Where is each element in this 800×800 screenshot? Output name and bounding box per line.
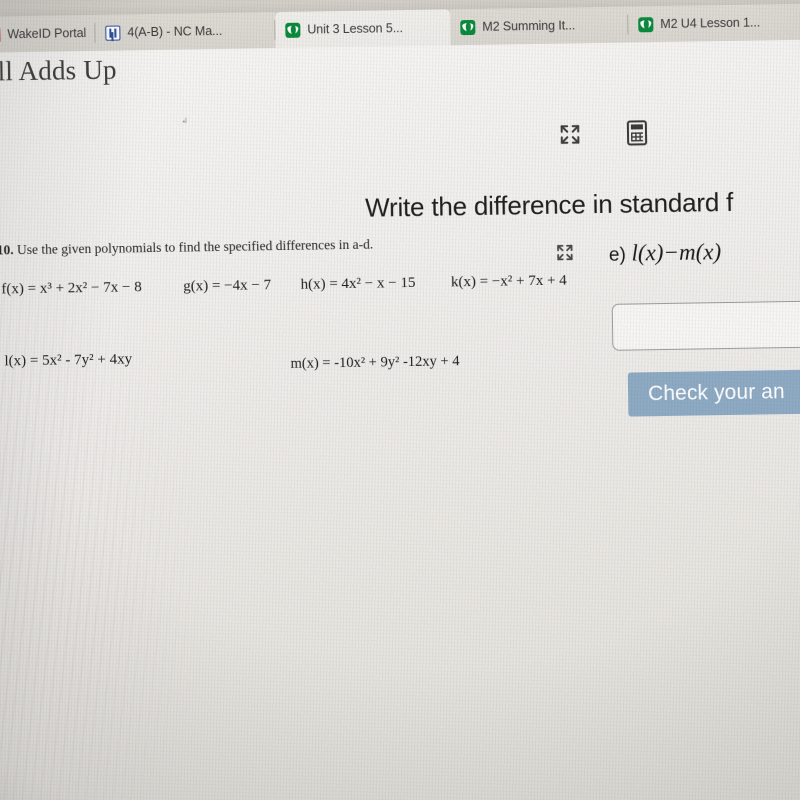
question-heading: Write the difference in standard f: [364, 186, 734, 223]
dust-speck: [182, 120, 185, 123]
canvas-favicon: [460, 19, 476, 35]
canvas-favicon: [285, 22, 301, 38]
tab-label: M2 U4 Lesson 1...: [660, 15, 761, 32]
subquestion-e: e) l(x)−m(x): [609, 239, 722, 267]
tab-unit3-lesson5[interactable]: Unit 3 Lesson 5...: [275, 9, 451, 49]
check-answer-button[interactable]: Check your an: [627, 369, 800, 417]
page-content: All Adds Up Write the difference in stan…: [0, 39, 800, 800]
tab-4ab-nc-math[interactable]: 4(A-B) - NC Ma...: [95, 12, 276, 51]
document-favicon: [105, 25, 121, 41]
calculator-icon[interactable]: [626, 120, 648, 146]
expand-arrows-icon[interactable]: [559, 123, 581, 145]
function-m: m(x) = -10x² + 9y² -12xy + 4: [290, 353, 460, 372]
function-h: h(x) = 4x² − x − 15: [300, 274, 416, 293]
tab-label: M2 Summing It...: [482, 18, 576, 34]
answer-input[interactable]: [611, 300, 800, 351]
subquestion-letter: e): [608, 244, 626, 266]
tab-label: 4(A-B) - NC Ma...: [127, 23, 223, 40]
monitor-screen: ...math.com/assess WakeID Portal 4(A-B) …: [0, 0, 800, 800]
calculator-screen: [630, 124, 643, 130]
worksheet-image: 10. Use the given polynomials to find th…: [0, 224, 567, 372]
problem-number: 10.: [0, 242, 14, 258]
function-definitions-row: f(x) = x³ + 2x² − 7x − 8 g(x) = −4x − 7 …: [1, 273, 567, 299]
problem-text: Use the given polynomials to find the sp…: [16, 236, 374, 258]
screen-photo: ...math.com/assess WakeID Portal 4(A-B) …: [0, 0, 800, 800]
canvas-favicon: [638, 16, 654, 32]
tab-m2-u4-lesson1[interactable]: M2 U4 Lesson 1...: [628, 3, 800, 43]
tab-m2-summing-it[interactable]: M2 Summing It...: [450, 6, 629, 46]
toolbar: [559, 120, 648, 146]
function-g: g(x) = −4x − 7: [183, 277, 272, 295]
tab-label: WakeID Portal: [7, 26, 86, 42]
function-l: l(x) = 5x² - 7y² + 4xy: [4, 351, 133, 370]
calculator-keys: [630, 131, 644, 142]
page-title: All Adds Up: [0, 54, 117, 87]
function-f: f(x) = x³ + 2x² − 7x − 8: [1, 279, 142, 298]
subquestion-expression: l(x)−m(x): [631, 239, 722, 266]
tab-wakeid-portal[interactable]: WakeID Portal: [0, 14, 96, 53]
problem-statement: 10. Use the given polynomials to find th…: [0, 237, 373, 259]
tab-label: Unit 3 Lesson 5...: [307, 21, 403, 37]
expand-arrows-icon[interactable]: [556, 243, 574, 261]
dust-speck: [184, 117, 187, 124]
function-k: k(x) = −x² + 7x + 4: [450, 272, 567, 291]
